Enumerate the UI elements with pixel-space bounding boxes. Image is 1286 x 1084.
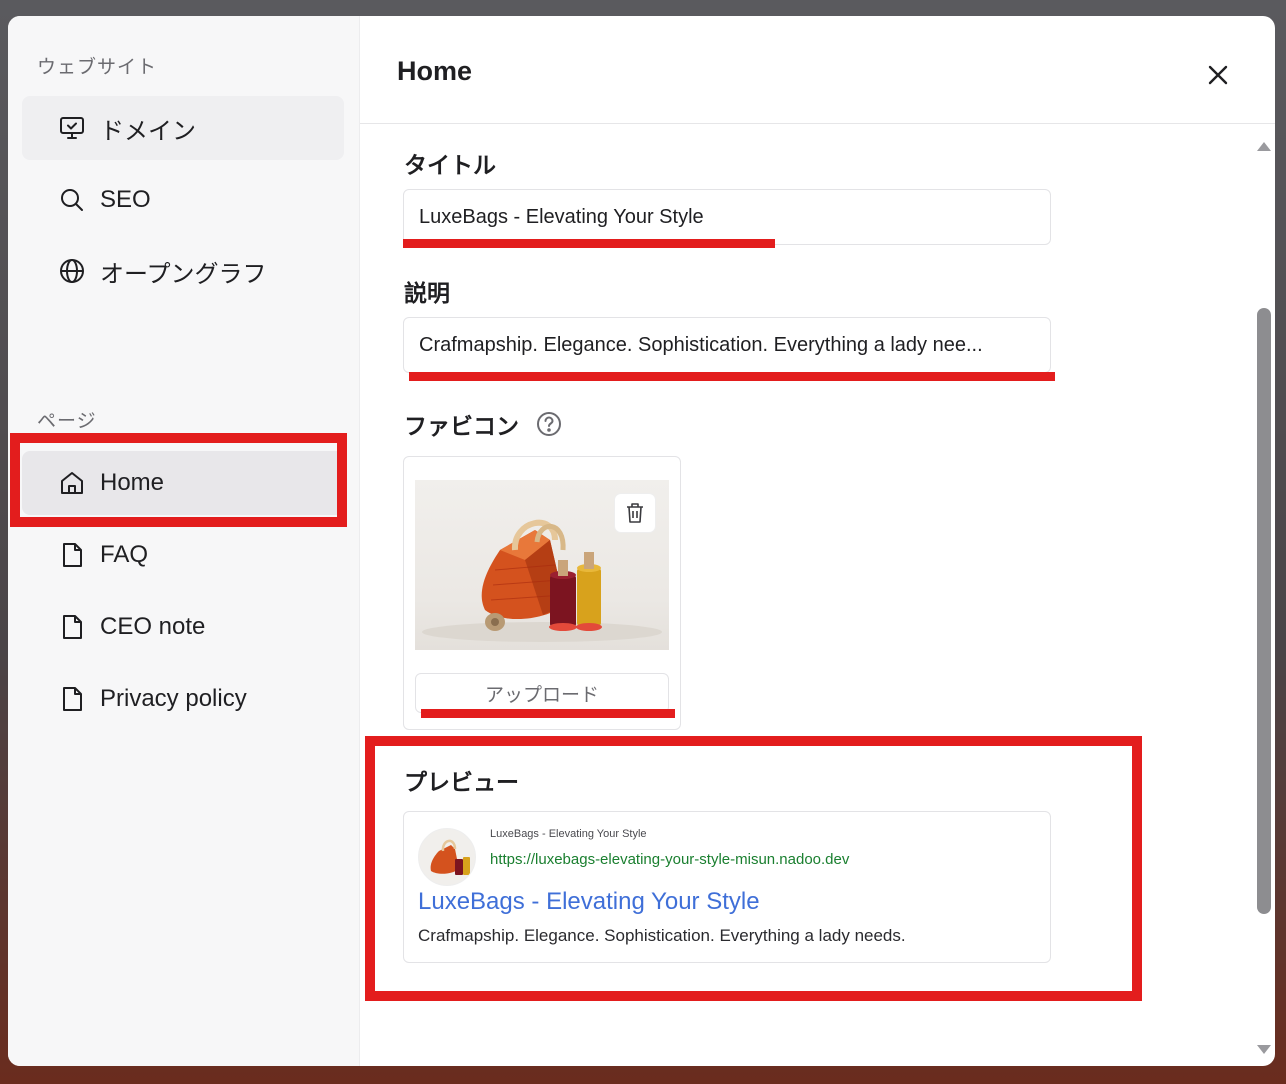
preview-favicon bbox=[418, 828, 476, 886]
file-icon bbox=[58, 613, 86, 641]
sidebar-item-label: SEO bbox=[100, 186, 151, 213]
favicon-label: ファビコン bbox=[404, 413, 519, 439]
search-icon bbox=[58, 186, 86, 214]
favicon-uploader: アップロード bbox=[403, 456, 681, 730]
close-icon bbox=[1208, 65, 1228, 85]
title-input[interactable]: LuxeBags - Elevating Your Style bbox=[403, 189, 1051, 245]
sidebar-item-privacy-policy[interactable]: Privacy policy bbox=[22, 667, 344, 731]
sidebar-item-domain[interactable]: ドメイン bbox=[22, 96, 344, 160]
sidebar-item-ceo-note[interactable]: CEO note bbox=[22, 595, 344, 659]
trash-icon bbox=[627, 503, 643, 523]
sidebar-item-faq[interactable]: FAQ bbox=[22, 523, 344, 587]
file-icon bbox=[58, 541, 86, 569]
sidebar-item-label: FAQ bbox=[100, 541, 149, 568]
description-label: 説明 bbox=[404, 280, 450, 306]
favicon-label-row: ファビコン bbox=[404, 407, 563, 441]
settings-modal: ウェブサイト ドメイン SEO オープングラフ ページ Home FAQ CEO… bbox=[8, 16, 1275, 1066]
sidebar-item-label: オープングラフ bbox=[100, 260, 267, 288]
scroll-thumb[interactable] bbox=[1257, 308, 1271, 914]
favicon-image bbox=[415, 480, 669, 650]
sidebar-item-label: Privacy policy bbox=[100, 685, 247, 712]
settings-main: Home タイトル LuxeBags - Elevating Your Styl… bbox=[360, 16, 1275, 1066]
search-preview-card: LuxeBags - Elevating Your Style https://… bbox=[403, 811, 1051, 963]
preview-title: LuxeBags - Elevating Your Style bbox=[418, 888, 760, 915]
settings-sidebar: ウェブサイト ドメイン SEO オープングラフ ページ Home FAQ CEO… bbox=[8, 16, 360, 1066]
preview-url: https://luxebags-elevating-your-style-mi… bbox=[490, 851, 850, 868]
help-icon[interactable] bbox=[535, 410, 563, 438]
page-title: Home bbox=[397, 56, 473, 86]
sidebar-item-label: ドメイン bbox=[100, 117, 196, 145]
pages-section-label: ページ bbox=[37, 411, 97, 432]
sidebar-item-home[interactable]: Home bbox=[22, 451, 344, 515]
scroll-up-arrow-icon[interactable] bbox=[1257, 142, 1271, 151]
monitor-icon bbox=[58, 114, 86, 142]
upload-button[interactable]: アップロード bbox=[415, 673, 669, 713]
preview-label: プレビュー bbox=[404, 769, 519, 795]
preview-description: Crafmapship. Elegance. Sophistication. E… bbox=[418, 926, 906, 945]
website-section-label: ウェブサイト bbox=[37, 57, 158, 78]
description-input[interactable]: Crafmapship. Elegance. Sophistication. E… bbox=[403, 317, 1051, 373]
sidebar-item-seo[interactable]: SEO bbox=[22, 168, 344, 232]
modal-header: Home bbox=[360, 16, 1275, 124]
sidebar-item-open-graph[interactable]: オープングラフ bbox=[22, 239, 344, 303]
globe-icon bbox=[58, 257, 86, 285]
delete-favicon-button[interactable] bbox=[615, 494, 655, 532]
preview-site-name: LuxeBags - Elevating Your Style bbox=[490, 828, 647, 840]
sidebar-item-label: Home bbox=[100, 469, 165, 496]
sidebar-item-label: CEO note bbox=[100, 613, 206, 640]
content-scrollbar[interactable] bbox=[1253, 132, 1275, 1066]
close-button[interactable] bbox=[1203, 60, 1233, 90]
highlight-description-underline bbox=[409, 372, 1055, 381]
title-label: タイトル bbox=[404, 152, 496, 178]
scroll-down-arrow-icon[interactable] bbox=[1257, 1045, 1271, 1054]
home-icon bbox=[58, 469, 86, 497]
file-icon bbox=[58, 685, 86, 713]
